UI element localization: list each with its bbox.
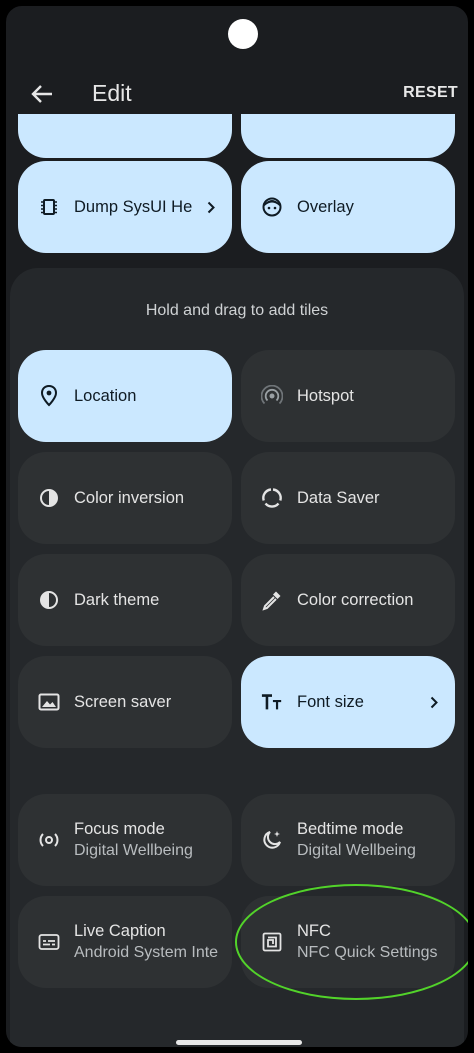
tile-label: Bedtime mode (297, 820, 404, 838)
tile-sublabel: Android System Inte (74, 944, 218, 961)
tile-overlay[interactable]: Overlay (241, 161, 455, 253)
overlay-face-icon (261, 196, 283, 218)
tile-label: Dark theme (74, 590, 160, 609)
phone-screen: Edit RESET Dump SysUI He Overlay Hold an (0, 0, 474, 1053)
tile-sublabel: Digital Wellbeing (74, 842, 193, 859)
live-caption-icon (38, 931, 60, 953)
drag-hint-text: Hold and drag to add tiles (145, 302, 329, 319)
tile-label: Overlay (297, 197, 354, 216)
tile-color-inversion[interactable]: Color inversion (18, 452, 232, 544)
tile-color-correction[interactable]: Color correction (241, 554, 455, 646)
screen-saver-icon (38, 691, 60, 713)
reset-button[interactable]: RESET (403, 84, 458, 102)
tile-sublabel: Digital Wellbeing (297, 842, 416, 859)
tile-label: Hotspot (297, 386, 354, 405)
page-title: Edit (92, 80, 132, 106)
focus-mode-icon (38, 829, 60, 851)
chevron-right-icon (204, 201, 218, 214)
tile-partial-left[interactable] (18, 114, 232, 158)
tile-label: Focus mode (74, 820, 165, 838)
data-saver-icon (261, 487, 283, 509)
back-button[interactable] (24, 78, 60, 110)
font-size-icon (261, 691, 283, 713)
tile-hotspot[interactable]: Hotspot (241, 350, 455, 442)
front-camera (228, 19, 258, 49)
tile-dark-theme[interactable]: Dark theme (18, 554, 232, 646)
tile-label: Live Caption (74, 922, 166, 940)
tile-label: Color correction (297, 590, 414, 609)
gesture-nav-bar[interactable] (176, 1040, 302, 1045)
tile-label: Location (74, 386, 137, 405)
tile-live-caption[interactable]: Live Caption Android System Inte (18, 896, 232, 988)
tile-data-saver[interactable]: Data Saver (241, 452, 455, 544)
tile-label: Color inversion (74, 488, 185, 507)
hotspot-icon (261, 385, 283, 407)
tile-label: Data Saver (297, 488, 380, 507)
nfc-highlight-circle (235, 884, 468, 1000)
tile-screen-saver[interactable]: Screen saver (18, 656, 232, 748)
tile-partial-right[interactable] (241, 114, 455, 158)
back-arrow-icon (31, 85, 52, 103)
memory-chip-icon (38, 196, 60, 218)
tile-dump-sysui[interactable]: Dump SysUI He (18, 161, 232, 253)
tile-bedtime-mode[interactable]: Bedtime mode Digital Wellbeing (241, 794, 455, 886)
tile-focus-mode[interactable]: Focus mode Digital Wellbeing (18, 794, 232, 886)
tile-label: Screen saver (74, 692, 172, 711)
location-pin-icon (38, 385, 60, 407)
color-inversion-icon (38, 487, 60, 509)
tile-location[interactable]: Location (18, 350, 232, 442)
tile-font-size[interactable]: Font size (241, 656, 455, 748)
dark-theme-icon (38, 589, 60, 611)
tile-label: Dump SysUI He (74, 197, 193, 216)
bedtime-mode-icon (261, 829, 283, 851)
tile-label: Font size (297, 692, 364, 711)
chevron-right-icon (427, 696, 441, 709)
eyedropper-icon (261, 589, 283, 611)
